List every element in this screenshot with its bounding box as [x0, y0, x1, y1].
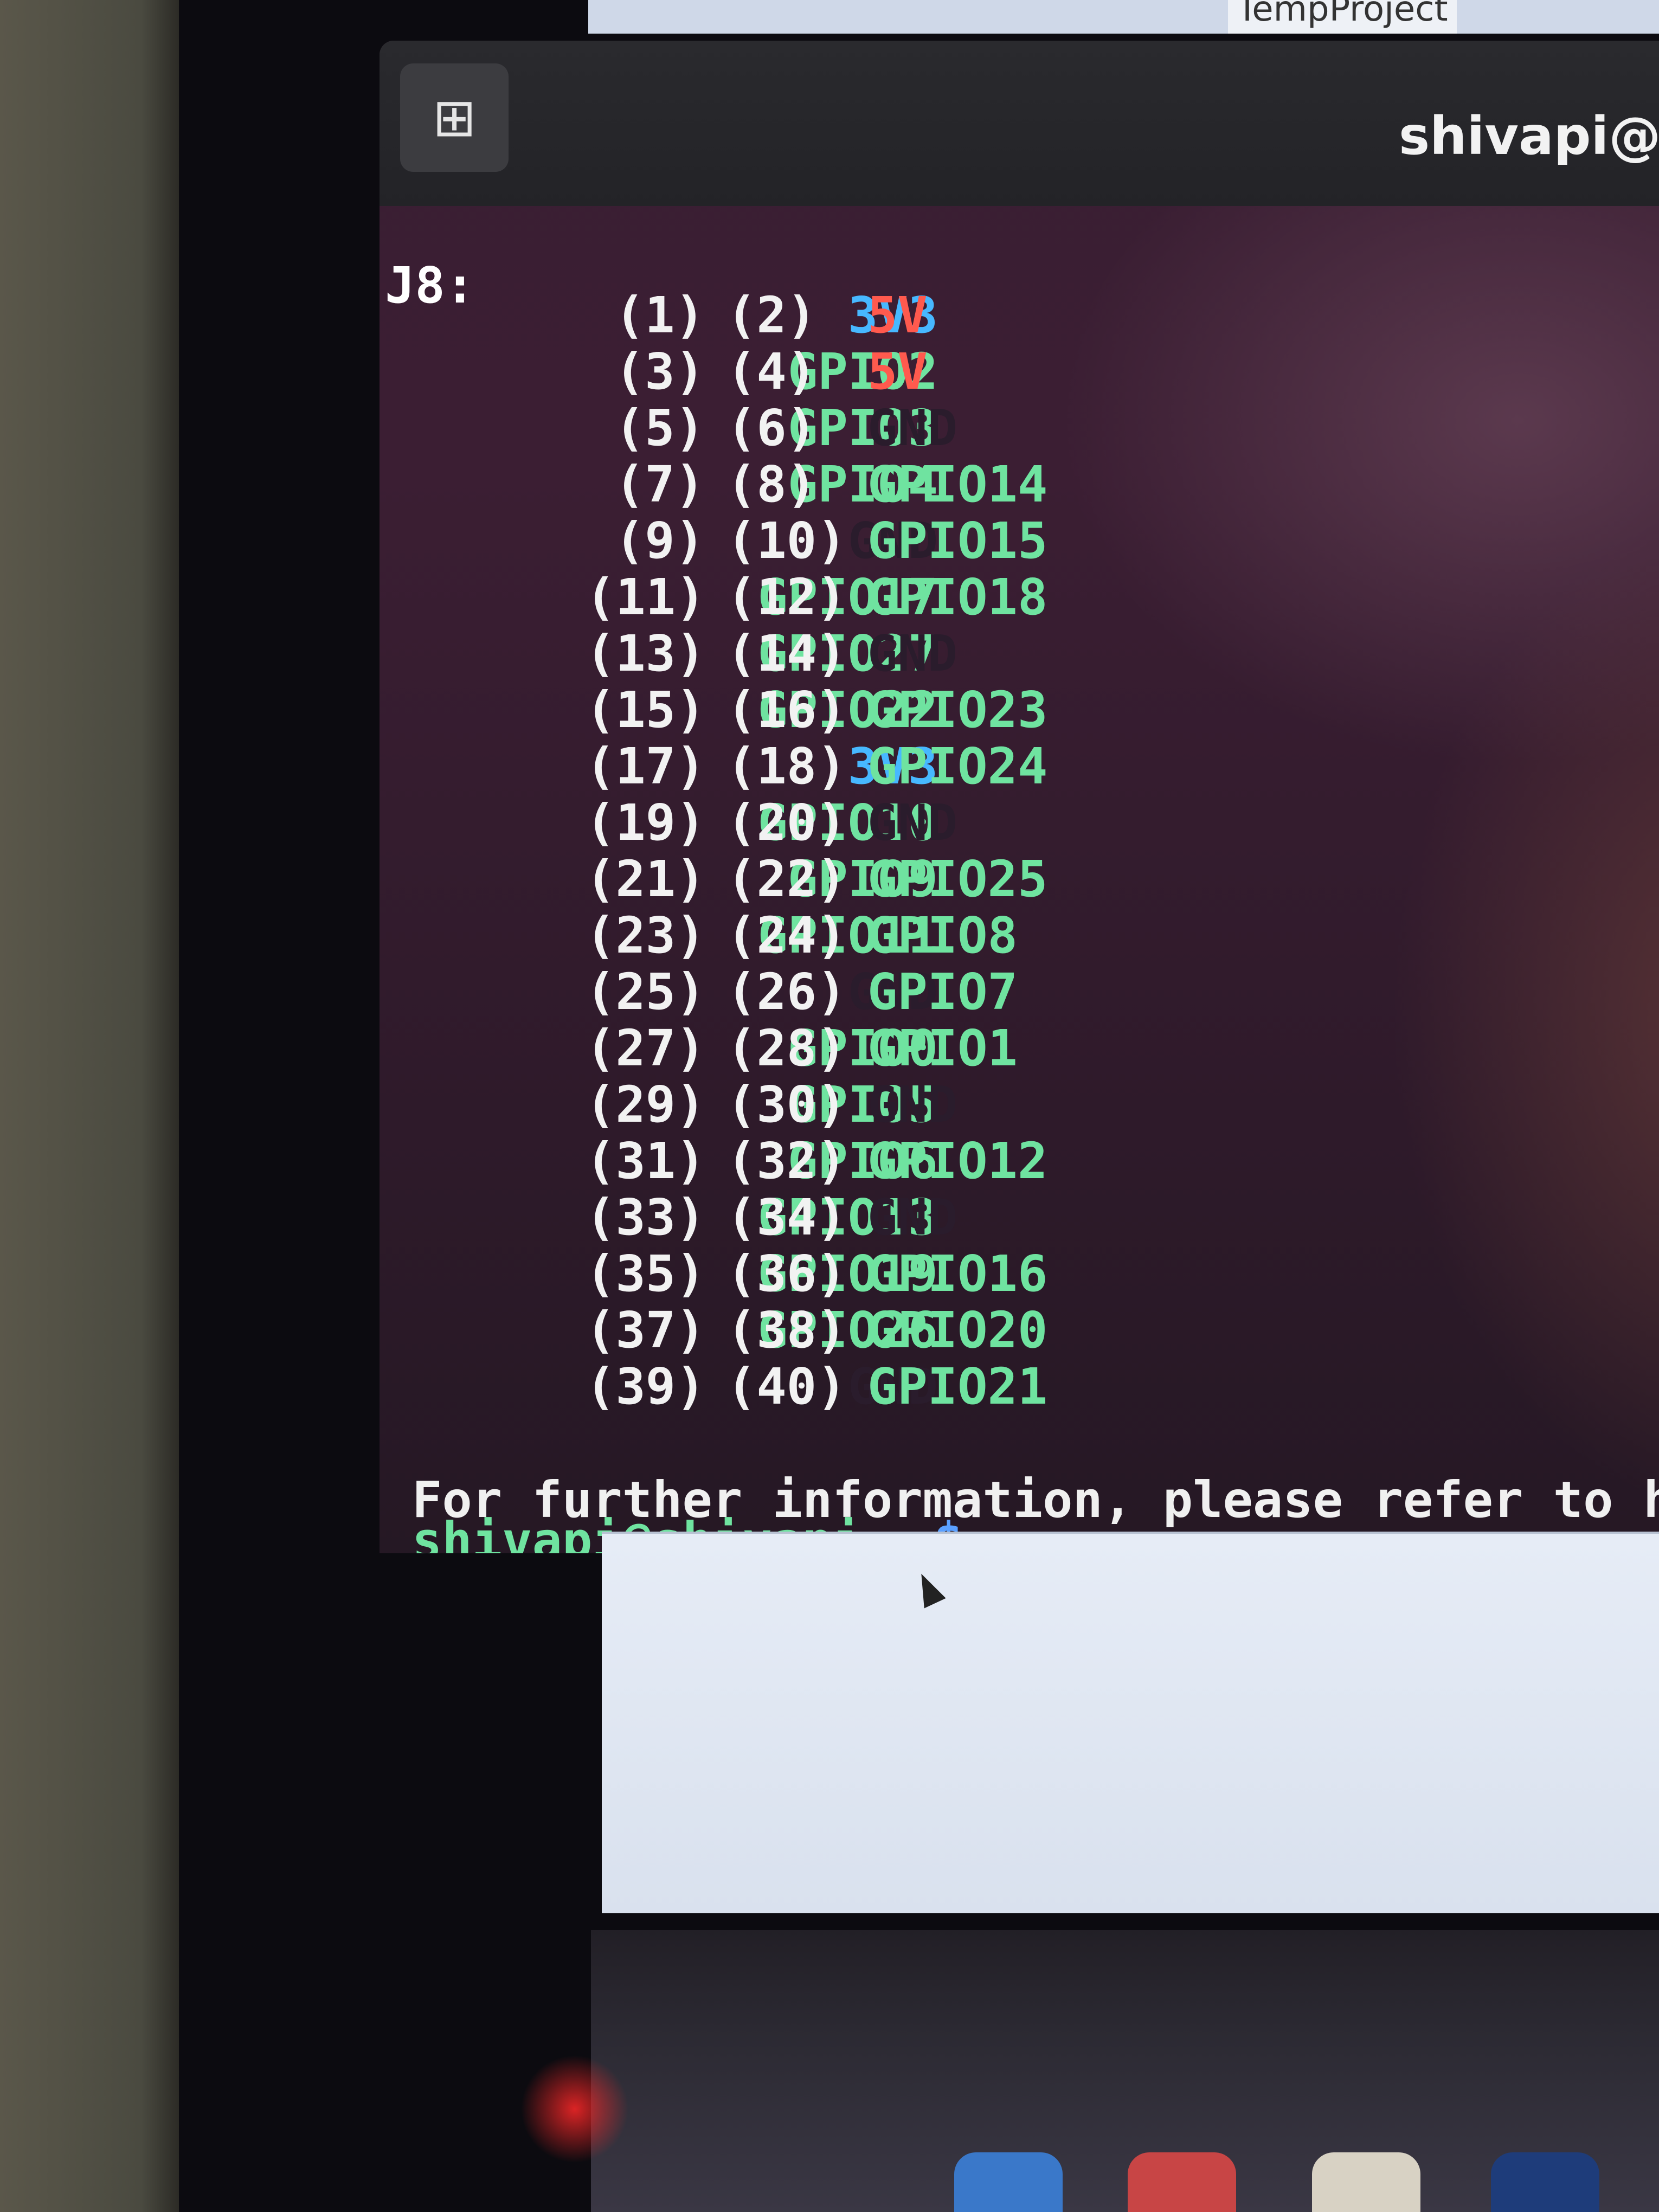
pin-row: GPIO2 (3) (4) 5V: [380, 344, 1659, 400]
pin-right-name: GND: [867, 1076, 958, 1134]
red-app-icon[interactable]: [1128, 2152, 1236, 2212]
pin-right-name: GPIO12: [867, 1132, 1048, 1190]
pin-row: GPIO5 (29) (30) GND: [380, 1077, 1659, 1133]
pin-right-number: (4): [726, 343, 817, 401]
pin-left-number: (3): [614, 343, 705, 401]
pin-right-number: (20): [726, 794, 847, 852]
pin-right-name: GND: [867, 625, 958, 683]
pin-right-number: (26): [726, 963, 847, 1021]
background-window[interactable]: TempProject: [588, 0, 1659, 34]
pin-row: GND (9) (10) GPIO15: [380, 513, 1659, 569]
pin-row: GPIO27 (13) (14) GND: [380, 626, 1659, 682]
desktop-wallpaper: [591, 1930, 1659, 2212]
pin-right-name: GPIO15: [867, 512, 1048, 570]
pin-row: GPIO6 (31) (32) GPIO12: [380, 1133, 1659, 1189]
terminal-titlebar[interactable]: ⊞ shivapi@sh: [380, 41, 1659, 206]
pin-right-name: GND: [867, 399, 958, 457]
background-window-title[interactable]: TempProject: [1228, 0, 1457, 34]
pin-right-number: (38): [726, 1301, 847, 1359]
pin-left-number: (37): [586, 1301, 706, 1359]
new-tab-button[interactable]: ⊞: [400, 63, 509, 172]
pin-row: GPIO4 (7) (8) GPIO14: [380, 456, 1659, 513]
pin-left-number: (7): [614, 455, 705, 513]
pin-right-name: GPIO21: [867, 1358, 1048, 1416]
pin-row: GPIO17 (11) (12) GPIO18: [380, 569, 1659, 626]
pin-right-number: (28): [726, 1019, 847, 1077]
pin-left-number: (25): [586, 963, 706, 1021]
pin-left-number: (1): [614, 286, 705, 344]
pin-right-number: (10): [726, 512, 847, 570]
pin-right-name: GPIO8: [867, 906, 1018, 964]
pin-left-number: (21): [586, 850, 706, 908]
pin-right-name: GND: [867, 794, 958, 852]
pin-left-number: (13): [586, 625, 706, 683]
pin-row: 3V3 (17) (18) GPIO24: [380, 738, 1659, 795]
pin-right-number: (34): [726, 1188, 847, 1246]
pin-right-name: GPIO25: [867, 850, 1048, 908]
pin-row: GPIO10 (19) (20) GND: [380, 795, 1659, 851]
pin-right-name: GPIO7: [867, 963, 1018, 1021]
pin-right-name: 5V: [867, 343, 928, 401]
new-tab-icon: ⊞: [432, 87, 477, 148]
pin-left-number: (39): [586, 1358, 706, 1416]
files-app-icon[interactable]: [954, 2152, 1063, 2212]
pin-right-name: GPIO14: [867, 455, 1048, 513]
pin-right-number: (24): [726, 906, 847, 964]
window-title: shivapi@sh: [1399, 106, 1659, 166]
red-light-glow: [520, 2055, 629, 2163]
pin-right-name: GPIO24: [867, 737, 1048, 795]
pin-left-number: (33): [586, 1188, 706, 1246]
pin-right-name: GPIO16: [867, 1245, 1048, 1303]
pin-left-number: (29): [586, 1076, 706, 1134]
terminal-app-icon[interactable]: [1491, 2152, 1599, 2212]
pin-left-number: (5): [614, 399, 705, 457]
pin-left-number: (27): [586, 1019, 706, 1077]
pin-row: GPIO0 (27) (28) GPIO1: [380, 1020, 1659, 1077]
pin-left-number: (17): [586, 737, 706, 795]
pin-left-number: (9): [614, 512, 705, 570]
pin-right-number: (40): [726, 1358, 847, 1416]
pin-right-name: GPIO18: [867, 568, 1048, 626]
pin-right-number: (12): [726, 568, 847, 626]
pin-left-number: (15): [586, 681, 706, 739]
pin-left-number: (23): [586, 906, 706, 964]
pin-right-number: (14): [726, 625, 847, 683]
pin-right-number: (6): [726, 399, 817, 457]
app-icon[interactable]: [1312, 2152, 1420, 2212]
pin-right-name: GND: [867, 1188, 958, 1246]
pin-row: GND (39) (40) GPIO21: [380, 1359, 1659, 1415]
pin-left-number: (31): [586, 1132, 706, 1190]
pin-left-number: (19): [586, 794, 706, 852]
pin-row: GPIO9 (21) (22) GPIO25: [380, 851, 1659, 908]
pin-right-number: (32): [726, 1132, 847, 1190]
pin-row: GPIO11 (23) (24) GPIO8: [380, 908, 1659, 964]
pin-row: GND (25) (26) GPIO7: [380, 964, 1659, 1020]
pin-row: 3V3 (1) (2) 5V: [380, 287, 1659, 344]
pin-right-name: GPIO20: [867, 1301, 1048, 1359]
pin-right-number: (36): [726, 1245, 847, 1303]
pin-row: GPIO13 (33) (34) GND: [380, 1189, 1659, 1246]
pin-row: GPIO19 (35) (36) GPIO16: [380, 1246, 1659, 1302]
pin-row: GPIO22 (15) (16) GPIO23: [380, 682, 1659, 738]
pin-left-number: (11): [586, 568, 706, 626]
pin-right-number: (22): [726, 850, 847, 908]
pin-left-number: (35): [586, 1245, 706, 1303]
pin-row: GPIO26 (37) (38) GPIO20: [380, 1302, 1659, 1359]
terminal-window[interactable]: ⊞ shivapi@sh J8: 3V3(1)(2)5VGPIO2(3)(4)5…: [380, 41, 1659, 1553]
pin-right-number: (30): [726, 1076, 847, 1134]
pin-right-name: GPIO1: [867, 1019, 1018, 1077]
pin-right-number: (16): [726, 681, 847, 739]
pin-right-number: (8): [726, 455, 817, 513]
pin-right-number: (18): [726, 737, 847, 795]
overlapping-window[interactable]: [602, 1532, 1659, 1913]
pin-right-number: (2): [726, 286, 817, 344]
pin-right-name: 5V: [867, 286, 928, 344]
pin-row: GPIO3 (5) (6) GND: [380, 400, 1659, 456]
pin-right-name: GPIO23: [867, 681, 1048, 739]
terminal-output[interactable]: J8: 3V3 (1) (2) 5V GPIO2 (3) (4) 5V GPIO3 (5) (6) G…: [380, 206, 1659, 1554]
